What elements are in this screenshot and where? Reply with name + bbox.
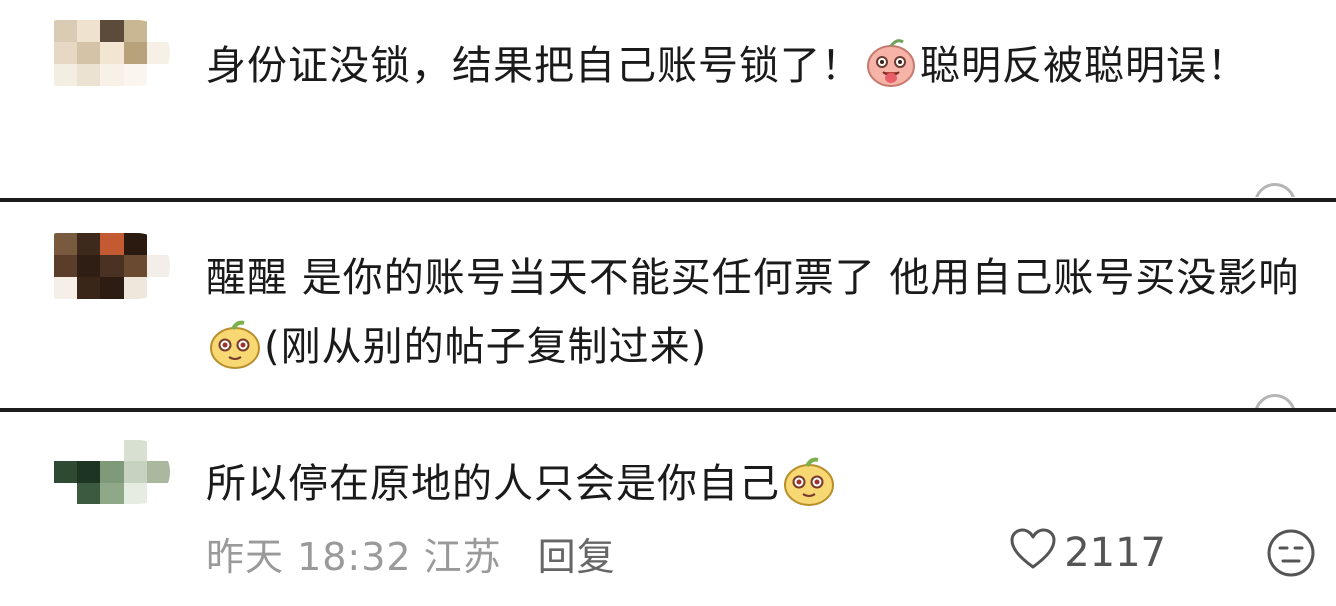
comment-item: 身份证没锁，结果把自己账号锁了！ 聪明反被聪明误！ ▁▁ ▁▁▁ ▁▁ <box>0 0 1336 197</box>
divider <box>0 408 1336 412</box>
comment-text: 醒醒 是你的账号当天不能买任何票了 他用自己账号买没影响 (刚从别的帖子复制过来… <box>206 244 1306 382</box>
reply-button[interactable]: 回复 <box>538 526 616 581</box>
comment-text-part: 身份证没锁，结果把自己账号锁了！ <box>206 43 862 89</box>
comment-time: 昨天 18:32 <box>206 534 412 579</box>
tongue-out-peach-icon <box>864 37 918 89</box>
cut-off-reaction-icon <box>1254 394 1296 408</box>
neutral-face-icon[interactable] <box>1266 528 1316 578</box>
comment-item: 醒醒 是你的账号当天不能买任何票了 他用自己账号买没影响 (刚从别的帖子复制过来… <box>0 203 1336 408</box>
like-count: 2117 <box>1064 530 1166 576</box>
avatar[interactable] <box>54 440 170 504</box>
avatar[interactable] <box>54 233 170 299</box>
cut-off-reaction-icon <box>1254 183 1296 197</box>
divider <box>0 198 1336 202</box>
comment-text: 身份证没锁，结果把自己账号锁了！ 聪明反被聪明误！ <box>206 32 1306 101</box>
comment-text-part: 聪明反被聪明误！ <box>920 43 1248 89</box>
comment-text-part: 所以停在原地的人只会是你自己 <box>206 461 780 507</box>
cut-off-meta: ▁▁ ▁▁▁ ▁▁ <box>206 173 462 197</box>
comment-text: 所以停在原地的人只会是你自己 <box>206 450 1306 519</box>
avatar[interactable] <box>54 20 170 86</box>
smirk-bean-icon <box>782 455 836 507</box>
smirk-bean-icon <box>208 318 262 370</box>
cut-off-meta: ▁▁ ▁▁▁ ▁▁ <box>206 384 462 408</box>
comment-text-part: 醒醒 是你的账号当天不能买任何票了 他用自己账号买没影响 <box>206 255 1300 301</box>
comment-item: 所以停在原地的人只会是你自己 昨天 18:32 江苏 回复 2117 <box>0 413 1336 606</box>
comment-text-part: (刚从别的帖子复制过来) <box>264 324 708 370</box>
comment-location: 江苏 <box>423 534 502 579</box>
comment-meta: 昨天 18:32 江苏 回复 2117 <box>206 526 1316 580</box>
heart-outline-icon <box>1010 528 1056 579</box>
like-button[interactable]: 2117 <box>1010 526 1166 580</box>
